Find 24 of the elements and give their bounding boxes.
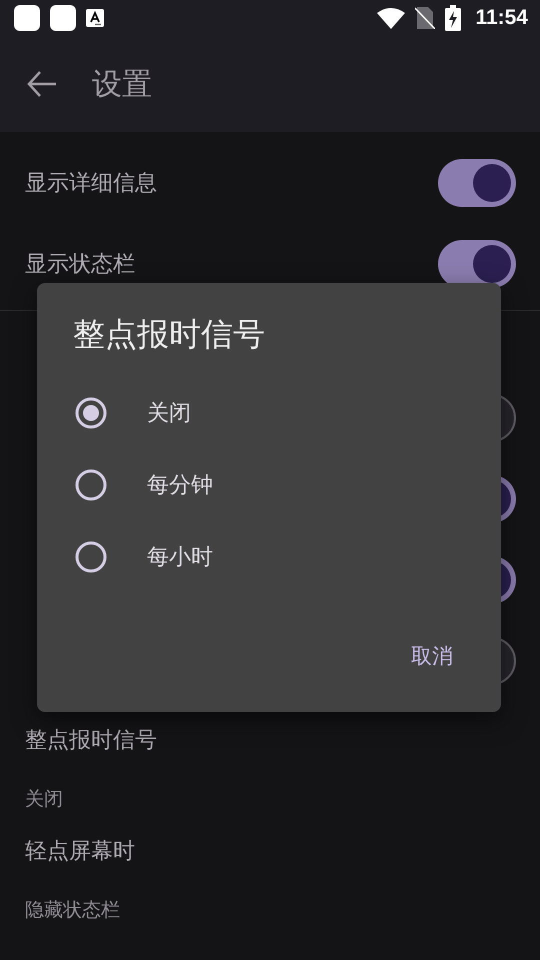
option-label[interactable]: 每分钟 — [147, 470, 213, 500]
wifi-icon — [377, 7, 406, 29]
setting-value: 隐藏状态栏 — [25, 899, 121, 923]
setting-value: 关闭 — [25, 788, 64, 812]
notification-icon — [14, 5, 40, 31]
dialog-title: 整点报时信号 — [72, 314, 266, 355]
toggle-switch[interactable] — [438, 158, 516, 206]
keyboard-icon — [86, 9, 104, 27]
radio-button[interactable] — [75, 541, 107, 573]
toggle-switch[interactable] — [438, 240, 516, 288]
setting-label: 显示状态栏 — [25, 250, 136, 278]
radio-button[interactable] — [75, 397, 107, 429]
notification-icon — [50, 5, 76, 31]
cancel-button[interactable]: 取消 — [411, 636, 453, 676]
radio-button[interactable] — [75, 469, 107, 501]
no-sim-icon — [415, 7, 436, 29]
battery-icon — [445, 5, 462, 31]
setting-label: 显示详细信息 — [25, 170, 158, 198]
clock-time: 11:54 — [475, 6, 528, 30]
screen-title: 设置 — [92, 66, 152, 104]
option-label[interactable]: 每小时 — [147, 542, 213, 572]
option-label[interactable]: 关闭 — [147, 398, 191, 428]
setting-label: 整点报时信号 — [25, 727, 158, 755]
setting-label: 轻点屏幕时 — [25, 838, 136, 866]
